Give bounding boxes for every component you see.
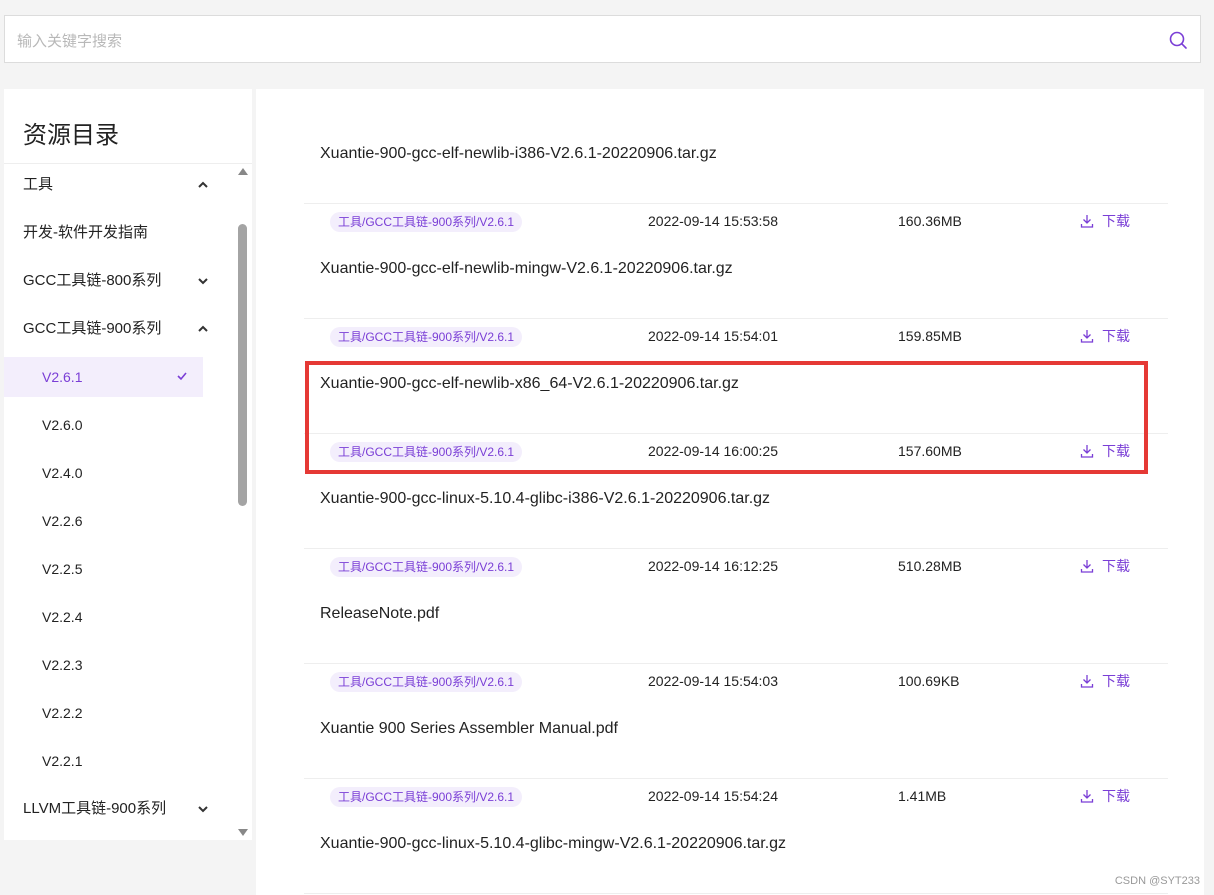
file-row: Xuantie-900-gcc-linux-5.10.4-glibc-i386-… bbox=[304, 434, 1168, 577]
sidebar-item[interactable]: V2.6.0 bbox=[4, 405, 234, 445]
scroll-down-arrow-icon[interactable] bbox=[238, 829, 248, 836]
sidebar-scrollbar[interactable] bbox=[233, 164, 251, 840]
sidebar-item-label: V2.6.0 bbox=[42, 417, 83, 433]
file-name[interactable]: Xuantie-900-gcc-elf-newlib-x86_64-V2.6.1… bbox=[320, 375, 739, 393]
sidebar-item-label: V2.2.1 bbox=[42, 753, 83, 769]
sidebar-item[interactable]: V2.2.1 bbox=[4, 741, 234, 781]
sidebar-item[interactable]: 开发-软件开发指南 bbox=[4, 213, 234, 253]
sidebar-item[interactable]: V2.2.2 bbox=[4, 693, 234, 733]
sidebar-item[interactable]: V2.2.4 bbox=[4, 597, 234, 637]
sidebar-item[interactable]: GCC工具链-800系列 bbox=[4, 261, 234, 301]
file-row: ReleaseNote.pdf 工具/GCC工具链-900系列/V2.6.1 202… bbox=[304, 549, 1168, 692]
file-name[interactable]: Xuantie-900-gcc-linux-5.10.4-glibc-mingw… bbox=[320, 835, 786, 853]
scrollbar-thumb[interactable] bbox=[238, 224, 247, 506]
file-row: Xuantie-900-gcc-elf-newlib-i386-V2.6.1-2… bbox=[304, 89, 1168, 232]
resource-sidebar: 资源目录 工具开发-软件开发指南 GCC工具链-800系列 GCC工具链-900系列… bbox=[4, 89, 252, 840]
sidebar-item[interactable]: V2.4.0 bbox=[4, 453, 234, 493]
sidebar-item-label: V2.2.3 bbox=[42, 657, 83, 673]
search-bar bbox=[4, 15, 1201, 63]
sidebar-item-label: LLVM工具链-900系列 bbox=[23, 800, 167, 817]
sidebar-item[interactable]: V2.2.6 bbox=[4, 501, 234, 541]
file-list: Xuantie-900-gcc-elf-newlib-i386-V2.6.1-2… bbox=[256, 89, 1204, 895]
file-name[interactable]: Xuantie 900 Series Assembler Manual.pdf bbox=[320, 720, 618, 738]
divider bbox=[4, 163, 252, 164]
watermark: CSDN @SYT233 bbox=[1114, 875, 1200, 887]
file-name[interactable]: Xuantie-900-gcc-elf-newlib-i386-V2.6.1-2… bbox=[320, 145, 717, 163]
sidebar-item[interactable]: GCC工具链-900系列 bbox=[4, 309, 234, 349]
file-row: Xuantie 900 Series Assembler Manual.pdf 工… bbox=[304, 664, 1168, 807]
sidebar-item-label: V2.2.4 bbox=[42, 609, 83, 625]
chevron-up-icon[interactable] bbox=[196, 178, 210, 192]
file-name[interactable]: ReleaseNote.pdf bbox=[320, 605, 439, 623]
sidebar-item-label: GCC工具链-900系列 bbox=[23, 320, 162, 337]
sidebar-item-label: GCC工具链-800系列 bbox=[23, 272, 162, 289]
sidebar-item-label: V2.2.6 bbox=[42, 513, 83, 529]
sidebar-item-label: V2.2.5 bbox=[42, 561, 83, 577]
file-row: Xuantie-900-gcc-elf-newlib-x86_64-V2.6.1… bbox=[304, 319, 1168, 462]
file-row: Xuantie-900-gcc-elf-newlib-mingw-V2.6.1-… bbox=[304, 204, 1168, 347]
sidebar-item[interactable]: V2.6.1 bbox=[4, 357, 203, 397]
chevron-up-icon[interactable] bbox=[196, 322, 210, 336]
file-name[interactable]: Xuantie-900-gcc-linux-5.10.4-glibc-i386-… bbox=[320, 490, 770, 508]
chevron-down-icon[interactable] bbox=[196, 802, 210, 816]
search-icon[interactable] bbox=[1168, 30, 1188, 50]
chevron-down-icon[interactable] bbox=[196, 274, 210, 288]
sidebar-item[interactable]: V2.2.3 bbox=[4, 645, 234, 685]
search-input[interactable] bbox=[15, 26, 1159, 56]
sidebar-item[interactable]: V2.2.5 bbox=[4, 549, 234, 589]
file-name[interactable]: Xuantie-900-gcc-elf-newlib-mingw-V2.6.1-… bbox=[320, 260, 733, 278]
sidebar-item-label: V2.4.0 bbox=[42, 465, 83, 481]
sidebar-item[interactable]: LLVM工具链-900系列 bbox=[4, 789, 234, 829]
file-row: Xuantie-900-gcc-linux-5.10.4-glibc-mingw… bbox=[304, 779, 1168, 894]
sidebar-item-label: V2.2.2 bbox=[42, 705, 83, 721]
sidebar-item-label: 开发-软件开发指南 bbox=[23, 224, 148, 241]
sidebar-item-label: V2.6.1 bbox=[42, 369, 83, 385]
sidebar-item[interactable]: 工具 bbox=[4, 165, 234, 205]
scroll-up-arrow-icon[interactable] bbox=[238, 168, 248, 175]
sidebar-title: 资源目录 bbox=[23, 122, 119, 149]
sidebar-item-label: 工具 bbox=[23, 176, 54, 193]
check-icon bbox=[177, 372, 187, 381]
